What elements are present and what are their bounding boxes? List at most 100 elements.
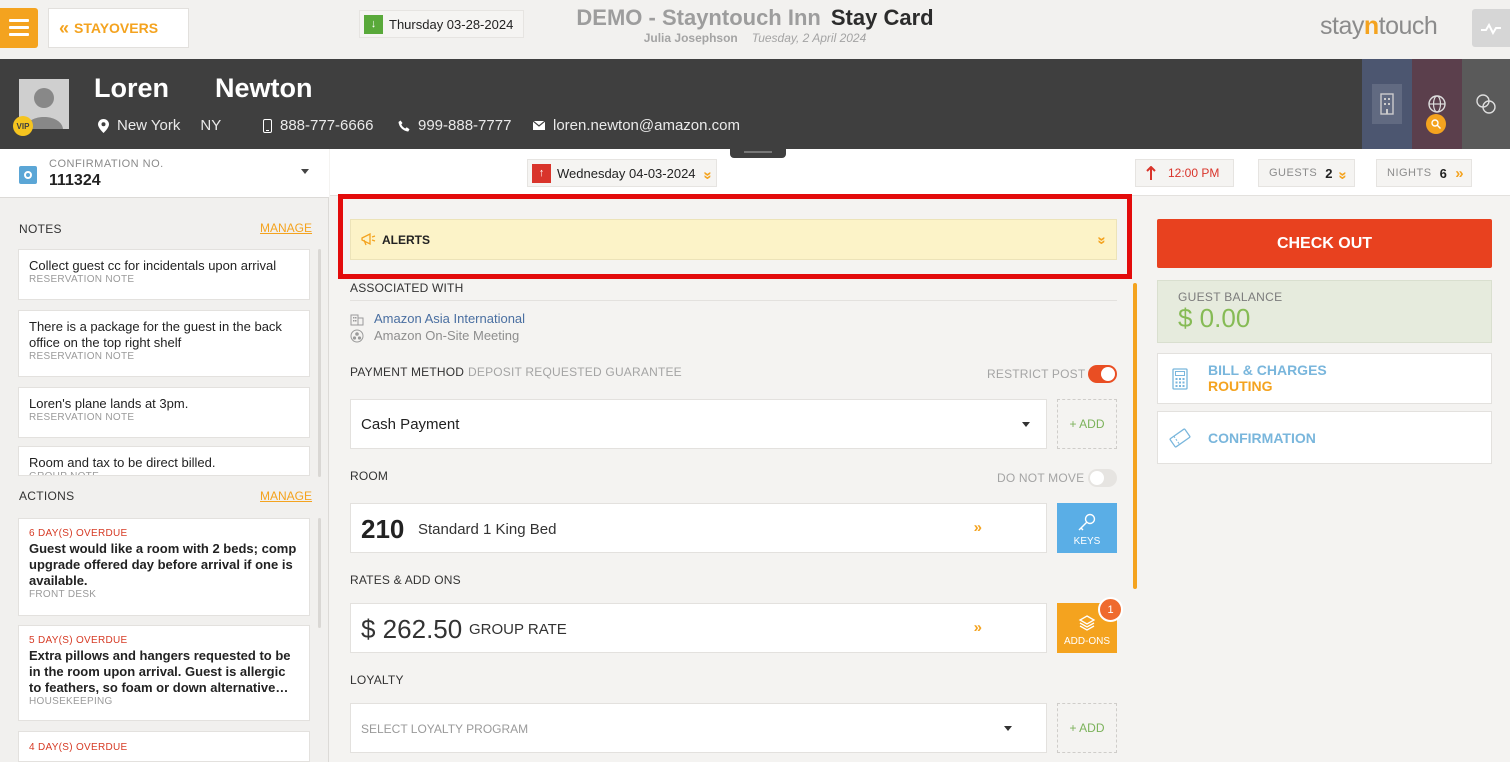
room-field[interactable]: 210 Standard 1 King Bed » — [350, 503, 1047, 553]
pulse-icon — [1481, 22, 1501, 35]
actions-title: ACTIONS — [19, 489, 75, 503]
chevrons-down-icon: » — [699, 170, 717, 176]
add-payment-button[interactable]: + ADD — [1057, 399, 1117, 449]
logo-accent: n — [1363, 12, 1379, 40]
action-card[interactable]: 4 DAY(S) OVERDUE — [18, 731, 310, 762]
associated-group[interactable]: Amazon On-Site Meeting — [350, 328, 519, 343]
company-card-tile[interactable] — [1362, 59, 1412, 149]
note-card[interactable]: Collect guest cc for incidentals upon ar… — [18, 249, 310, 300]
payment-method-select[interactable]: Cash Payment — [350, 399, 1047, 449]
actions-scrollbar[interactable] — [318, 518, 321, 628]
room-type: Standard 1 King Bed — [418, 521, 557, 538]
rate-amount: $ 262.50 — [361, 614, 463, 644]
action-status: 6 DAY(S) OVERDUE — [29, 528, 128, 539]
alerts-bar[interactable]: ALERTS » — [350, 219, 1117, 260]
guest-first-name[interactable]: Loren — [94, 73, 169, 104]
arrow-down-icon: ↓ — [364, 14, 383, 34]
confirmation-selector[interactable]: CONFIRMATION NO. 111324 — [0, 149, 329, 198]
rates-label: RATES & ADD ONS — [350, 573, 461, 587]
guest-phone[interactable]: 999-888-7777 — [398, 117, 511, 134]
building-icon — [1380, 93, 1394, 115]
action-card[interactable]: 5 DAY(S) OVERDUE Extra pillows and hange… — [18, 625, 310, 721]
guest-mobile[interactable]: 888-777-6666 — [263, 117, 373, 134]
guests-count: 2 — [1325, 165, 1333, 181]
departure-date-text: Wednesday 04-03-2024 — [557, 165, 696, 181]
logo-suffix: touch — [1378, 12, 1438, 40]
note-card[interactable]: Loren's plane lands at 3pm. RESERVATION … — [18, 387, 310, 438]
guests-pill[interactable]: GUESTS 2 » — [1258, 159, 1355, 187]
action-department: FRONT DESK — [29, 589, 97, 600]
do-not-move-toggle[interactable] — [1088, 469, 1117, 487]
note-card[interactable]: Room and tax to be direct billed. GROUP … — [18, 446, 310, 476]
center-scrollbar[interactable] — [1133, 283, 1137, 589]
logo-prefix: stay — [1320, 12, 1364, 40]
note-text: Collect guest cc for incidentals upon ar… — [29, 258, 277, 273]
add-ons-label: ADD-ONS — [1063, 636, 1111, 647]
guest-last-name[interactable]: Newton — [215, 73, 313, 104]
guest-city: New York — [117, 117, 181, 134]
departure-time[interactable]: 12:00 PM — [1135, 159, 1234, 187]
bill-charges-button[interactable]: BILL & CHARGES ROUTING — [1157, 353, 1492, 404]
departure-date[interactable]: ↑ Wednesday 04-03-2024 » — [527, 159, 717, 187]
guest-balance-card[interactable]: GUEST BALANCE $ 0.00 — [1157, 280, 1492, 343]
note-type: RESERVATION NOTE — [29, 351, 135, 362]
group-icon — [350, 329, 364, 342]
mobile-number: 888-777-6666 — [280, 117, 374, 134]
action-status: 5 DAY(S) OVERDUE — [29, 635, 128, 646]
confirmation-button[interactable]: CONFIRMATION — [1157, 411, 1492, 464]
drawer-handle[interactable] — [730, 148, 786, 158]
note-text: There is a package for the guest in the … — [29, 319, 282, 350]
guest-location: New York NY — [98, 117, 221, 134]
action-text: Guest would like a room with 2 beds; com… — [29, 541, 297, 588]
keys-button[interactable]: KEYS — [1057, 503, 1117, 553]
key-icon — [1078, 513, 1096, 531]
note-type: RESERVATION NOTE — [29, 412, 135, 423]
bill-charges-label: BILL & CHARGES — [1208, 362, 1327, 378]
routing-label: ROUTING — [1208, 378, 1273, 394]
alerts-label: ALERTS — [382, 232, 430, 247]
room-label: ROOM — [350, 469, 389, 483]
restrict-post-label: RESTRICT POST — [987, 367, 1086, 381]
loyalty-placeholder: SELECT LOYALTY PROGRAM — [361, 722, 529, 736]
calculator-icon — [1168, 367, 1192, 391]
group-tile[interactable] — [1462, 59, 1510, 149]
user-name: Julia Josephson — [643, 31, 738, 45]
chevrons-right-icon: » — [973, 619, 983, 636]
add-loyalty-button[interactable]: + ADD — [1057, 703, 1117, 753]
loyalty-select[interactable]: SELECT LOYALTY PROGRAM — [350, 703, 1047, 753]
hotel-title: DEMO - Stayntouch Inn — [576, 5, 821, 30]
chevrons-right-icon: » — [973, 519, 983, 536]
actions-manage-link[interactable]: MANAGE — [260, 489, 312, 503]
activity-button[interactable] — [1472, 9, 1510, 47]
guest-email[interactable]: loren.newton@amazon.com — [533, 117, 740, 134]
phone-number: 999-888-7777 — [418, 117, 512, 134]
keys-label: KEYS — [1073, 536, 1101, 547]
search-badge-glyph — [1431, 119, 1441, 129]
search-icon[interactable] — [1426, 114, 1446, 134]
restrict-post-toggle[interactable] — [1088, 365, 1117, 383]
mobile-icon — [263, 118, 272, 133]
caret-down-icon — [1004, 726, 1012, 731]
tile-inner — [1372, 84, 1402, 124]
rate-field[interactable]: $ 262.50 GROUP RATE » — [350, 603, 1047, 653]
nights-pill[interactable]: NIGHTS 6 » — [1376, 159, 1472, 187]
associated-company[interactable]: Amazon Asia International — [350, 311, 525, 326]
arrival-date[interactable]: ↓ Thursday 03-28-2024 — [359, 10, 525, 38]
action-card[interactable]: 6 DAY(S) OVERDUE Guest would like a room… — [18, 518, 310, 616]
sub-line: Julia Josephson Tuesday, 2 April 2024 — [0, 31, 1510, 45]
notes-scrollbar[interactable] — [318, 249, 321, 477]
check-out-button[interactable]: CHECK OUT — [1157, 219, 1492, 268]
megaphone-icon — [361, 233, 376, 246]
vip-badge: VIP — [13, 116, 33, 136]
guest-balance-label: GUEST BALANCE — [1178, 290, 1283, 304]
notes-manage-link[interactable]: MANAGE — [260, 221, 312, 235]
phone-icon — [398, 120, 410, 131]
travel-agent-tile[interactable] — [1412, 59, 1462, 149]
guest-header: VIP Loren Newton New York NY 888-777-666… — [0, 59, 1510, 149]
page-title: Stay Card — [830, 5, 934, 30]
arrow-up-icon: ↑ — [532, 163, 551, 183]
note-card[interactable]: There is a package for the guest in the … — [18, 310, 310, 377]
drawer-handle-grip — [744, 151, 772, 153]
globe-icon — [1428, 95, 1446, 113]
room-number: 210 — [361, 514, 405, 544]
